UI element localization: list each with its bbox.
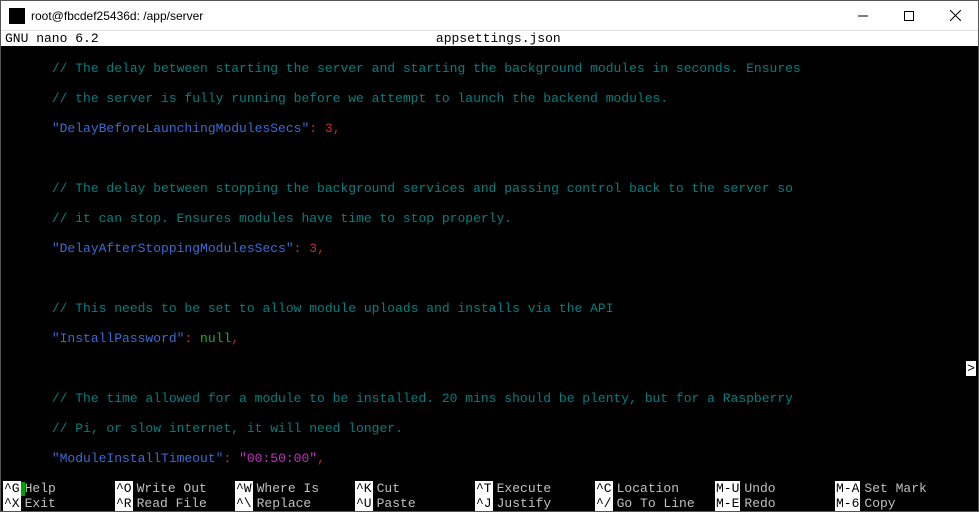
shortcut-key: ^C	[595, 481, 613, 496]
json-value: null	[200, 331, 231, 346]
shortcut-label: Replace	[253, 496, 312, 511]
scroll-indicator-icon: >	[966, 361, 976, 376]
shortcut-item[interactable]: M-6Copy	[833, 496, 953, 511]
shortcut-key: ^T	[475, 481, 493, 496]
shortcut-key: ^X	[3, 496, 21, 511]
shortcut-item[interactable]: ^WWhere Is	[233, 481, 353, 496]
shortcut-key: M-E	[715, 496, 740, 511]
shortcut-key: ^J	[475, 496, 493, 511]
maximize-icon	[904, 11, 914, 21]
shortcut-item[interactable]: M-ASet Mark	[833, 481, 953, 496]
json-value: "00:50:00"	[239, 451, 317, 466]
comment: // Pi, or slow internet, it will need lo…	[52, 421, 403, 436]
nano-header: GNU nano 6.2 appsettings.json	[1, 31, 978, 46]
shortcut-label: Copy	[860, 496, 895, 511]
shortcut-label: Where Is	[253, 481, 319, 496]
shortcut-label: Cut	[373, 481, 400, 496]
shortcut-item[interactable]: ^RRead File	[113, 496, 233, 511]
shortcut-label: Undo	[740, 481, 775, 496]
shortcut-label: Paste	[373, 496, 416, 511]
shortcut-label: Location	[613, 481, 679, 496]
shortcut-key: ^K	[355, 481, 373, 496]
shortcut-row: ^XExit^RRead File^\Replace^UPaste^JJusti…	[1, 496, 978, 511]
shortcut-label: Go To Line	[613, 496, 695, 511]
close-icon	[950, 10, 961, 21]
shortcut-key: ^O	[115, 481, 133, 496]
nano-shortcuts: ^GHelp^OWrite Out^WWhere Is^KCut^TExecut…	[1, 481, 978, 511]
editor-content[interactable]: // The delay between starting the server…	[1, 46, 978, 511]
shortcut-label: Write Out	[133, 481, 207, 496]
shortcut-label: Execute	[493, 481, 552, 496]
shortcut-item[interactable]: ^CLocation	[593, 481, 713, 496]
shortcut-item[interactable]: ^/Go To Line	[593, 496, 713, 511]
nano-filename: appsettings.json	[99, 31, 898, 46]
shortcut-item[interactable]: ^OWrite Out	[113, 481, 233, 496]
shortcut-item[interactable]: ^JJustify	[473, 496, 593, 511]
comment: // This needs to be set to allow module …	[52, 301, 614, 316]
shortcut-key: M-U	[715, 481, 740, 496]
shortcut-key: ^W	[235, 481, 253, 496]
json-value: 3	[325, 121, 333, 136]
window-title: root@fbcdef25436d: /app/server	[31, 9, 203, 23]
shortcut-item[interactable]: ^TExecute	[473, 481, 593, 496]
shortcut-item[interactable]: ^GHelp	[1, 481, 113, 496]
comment: // it can stop. Ensures modules have tim…	[52, 211, 512, 226]
comment: // the server is fully running before we…	[52, 91, 668, 106]
shortcut-row: ^GHelp^OWrite Out^WWhere Is^KCut^TExecut…	[1, 481, 978, 496]
json-key: "DelayAfterStoppingModulesSecs"	[52, 241, 294, 256]
shortcut-key: M-A	[835, 481, 860, 496]
comment: // The time allowed for a module to be i…	[52, 391, 793, 406]
shortcut-label: Set Mark	[860, 481, 926, 496]
terminal-area[interactable]: GNU nano 6.2 appsettings.json // The del…	[1, 31, 978, 511]
shortcut-label: Redo	[740, 496, 775, 511]
shortcut-label: Help	[21, 481, 56, 496]
shortcut-label: Read File	[133, 496, 207, 511]
json-key: "ModuleInstallTimeout"	[52, 451, 224, 466]
shortcut-key: ^R	[115, 496, 133, 511]
terminal-window: root@fbcdef25436d: /app/server GNU nano …	[0, 0, 979, 512]
shortcut-item[interactable]: ^UPaste	[353, 496, 473, 511]
shortcut-item[interactable]: ^KCut	[353, 481, 473, 496]
window-titlebar[interactable]: root@fbcdef25436d: /app/server	[1, 1, 978, 31]
nano-version: GNU nano 6.2	[1, 31, 99, 46]
minimize-button[interactable]	[840, 1, 886, 31]
json-key: "InstallPassword"	[52, 331, 185, 346]
shortcut-label: Justify	[493, 496, 552, 511]
minimize-icon	[858, 11, 868, 21]
json-key: "DelayBeforeLaunchingModulesSecs"	[52, 121, 309, 136]
shortcut-item[interactable]: M-ERedo	[713, 496, 833, 511]
json-value: 3	[309, 241, 317, 256]
shortcut-key: ^/	[595, 496, 613, 511]
shortcut-key: ^U	[355, 496, 373, 511]
shortcut-key: ^G	[3, 481, 21, 496]
app-icon	[9, 8, 25, 24]
close-button[interactable]	[932, 1, 978, 31]
shortcut-key: ^\	[235, 496, 253, 511]
shortcut-item[interactable]: ^XExit	[1, 496, 113, 511]
shortcut-item[interactable]: ^\Replace	[233, 496, 353, 511]
comment: // The delay between stopping the backgr…	[52, 181, 793, 196]
shortcut-item[interactable]: M-UUndo	[713, 481, 833, 496]
shortcut-label: Exit	[21, 496, 56, 511]
shortcut-key: M-6	[835, 496, 860, 511]
comment: // The delay between starting the server…	[52, 61, 801, 76]
maximize-button[interactable]	[886, 1, 932, 31]
